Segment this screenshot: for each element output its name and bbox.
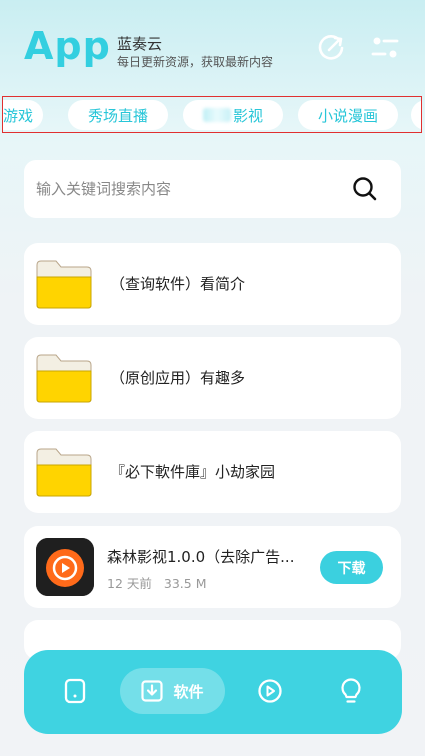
lightbulb-icon xyxy=(341,678,361,703)
app-logo: App xyxy=(24,24,111,68)
tab-label: 秀场直播 xyxy=(87,106,148,125)
item-title: 『必下軟件庫』小劫家园 xyxy=(110,463,276,481)
download-box-icon xyxy=(141,680,164,702)
filter-icon[interactable] xyxy=(370,33,400,63)
app-name: 蓝奏云 xyxy=(117,35,163,53)
tab-label: 影视 xyxy=(232,106,263,125)
list-item[interactable]: （查询软件）看简介 xyxy=(24,243,401,325)
bottom-nav: 软件 xyxy=(24,650,402,734)
search-icon[interactable] xyxy=(352,176,378,202)
list-item[interactable]: （原创应用）有趣多 xyxy=(24,337,401,419)
tab-more[interactable] xyxy=(411,100,421,130)
blurred-text xyxy=(202,108,231,122)
search-bar xyxy=(24,160,401,218)
download-button[interactable]: 下载 xyxy=(320,551,383,584)
folder-icon xyxy=(34,349,94,407)
nav-phone[interactable] xyxy=(58,668,92,714)
refresh-icon[interactable] xyxy=(316,33,346,63)
tab-label: 游戏 xyxy=(2,106,33,125)
folder-icon xyxy=(34,255,94,313)
app-header: App 蓝奏云 每日更新资源，获取最新内容 xyxy=(0,0,425,95)
item-title: 森林影视1.0.0（去除广告... xyxy=(107,548,295,566)
item-age: 12 天前 xyxy=(107,576,152,591)
tab-live[interactable]: 秀场直播 xyxy=(68,100,168,130)
item-title: （原创应用）有趣多 xyxy=(110,369,246,387)
item-size: 33.5 M xyxy=(163,576,207,591)
app-subtitle: 每日更新资源，获取最新内容 xyxy=(117,55,274,69)
app-icon xyxy=(36,538,94,596)
search-input[interactable] xyxy=(36,174,336,204)
tab-video[interactable]: 影视 xyxy=(183,100,283,130)
nav-ideas[interactable] xyxy=(334,668,368,714)
nav-software[interactable]: 软件 xyxy=(120,668,225,714)
item-meta: 12 天前 33.5 M xyxy=(107,573,218,592)
folder-icon xyxy=(34,443,94,501)
nav-video[interactable] xyxy=(253,668,287,714)
phone-icon xyxy=(64,678,86,704)
tab-games[interactable]: 游戏 xyxy=(2,100,43,130)
play-circle-icon xyxy=(258,679,282,703)
list-item[interactable]: 『必下軟件庫』小劫家园 xyxy=(24,431,401,513)
list-item[interactable]: 森林影视1.0.0（去除广告... 12 天前 33.5 M 下载 xyxy=(24,526,401,608)
item-title: （查询软件）看简介 xyxy=(110,275,246,293)
nav-label: 软件 xyxy=(173,682,204,701)
tab-novels[interactable]: 小说漫画 xyxy=(298,100,398,130)
tab-label: 小说漫画 xyxy=(317,106,378,125)
category-tabs: 游戏 秀场直播 影视 小说漫画 xyxy=(2,96,422,133)
